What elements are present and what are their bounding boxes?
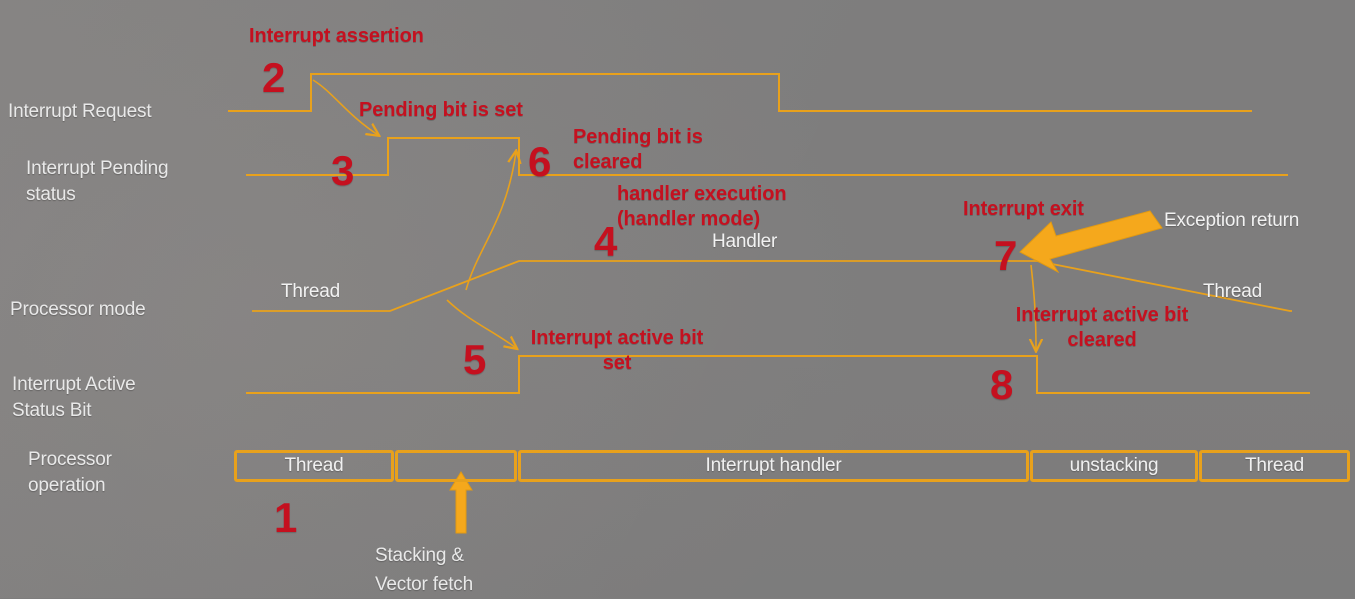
annotation-handler-execution: handler execution (handler mode)	[617, 183, 787, 230]
callout-stacking-vector-fetch: Stacking & Vector fetch	[375, 545, 473, 595]
step-number-6: 6	[528, 138, 552, 185]
waveform-interrupt-pending	[246, 137, 1288, 176]
timing-diagram-canvas: Interrupt Request Interrupt Pending stat…	[0, 0, 1355, 598]
operation-segment-thread-2[interactable]: Thread	[1199, 450, 1350, 482]
row-label-interrupt-request: Interrupt Request	[8, 101, 152, 122]
row-label-processor-operation: Processor operation	[28, 449, 112, 496]
operation-segment-thread-1[interactable]: Thread	[234, 450, 394, 482]
step-number-5: 5	[463, 336, 487, 383]
step-number-8: 8	[990, 361, 1014, 408]
operation-segment-stacking[interactable]	[395, 450, 517, 482]
row-label-interrupt-pending: Interrupt Pending status	[26, 158, 169, 205]
wave-label-thread-left: Thread	[281, 281, 341, 302]
annotation-interrupt-exit: Interrupt exit	[963, 198, 1084, 220]
annotation-interrupt-assertion: Interrupt assertion	[249, 25, 424, 47]
annotation-interrupt-active-bit-set: Interrupt active bit set	[530, 327, 704, 374]
operation-segment-unstacking[interactable]: unstacking	[1030, 450, 1198, 482]
row-label-processor-mode: Processor mode	[10, 299, 146, 320]
wave-label-thread-right: Thread	[1203, 281, 1263, 302]
step-number-1: 1	[274, 494, 298, 541]
annotation-interrupt-active-bit-cleared: Interrupt active bit cleared	[1015, 304, 1189, 351]
step-number-4: 4	[594, 218, 618, 265]
connector-mode-to-pending-clear	[465, 152, 516, 291]
step-number-7: 7	[994, 232, 1018, 279]
row-label-interrupt-active: Interrupt Active Status Bit	[12, 374, 136, 421]
waveform-layer	[228, 73, 1310, 534]
callout-exception-return: Exception return	[1164, 210, 1300, 231]
annotation-pending-bit-is-set: Pending bit is set	[359, 99, 523, 121]
annotation-pending-bit-is-cleared: Pending bit is cleared	[573, 126, 703, 173]
step-number-3: 3	[331, 147, 355, 194]
waveform-interrupt-active	[246, 355, 1310, 394]
step-number-2: 2	[262, 54, 286, 101]
operation-segment-interrupt-handler[interactable]: Interrupt handler	[518, 450, 1029, 482]
wave-label-handler: Handler	[712, 231, 778, 252]
